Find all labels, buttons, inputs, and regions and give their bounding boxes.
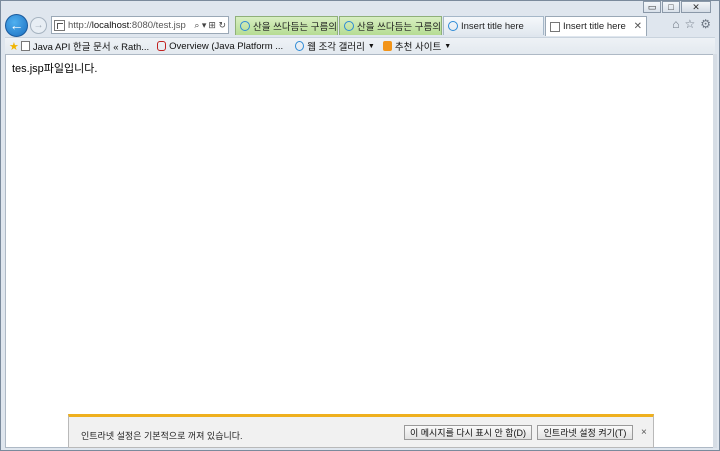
favorite-label: 웹 조각 갤러리 [307, 42, 365, 53]
back-arrow-icon: ← [9, 17, 24, 33]
favorite-suggested-sites[interactable]: 추천 사이트 ▼ [382, 39, 452, 53]
favorite-label: Java API 한글 문서 « Rath... [32, 42, 150, 53]
ie-icon [448, 21, 458, 31]
dont-show-again-button[interactable]: 이 메시지를 다시 표시 안 함(D) [404, 425, 532, 440]
oracle-icon [157, 41, 167, 51]
close-window-button[interactable]: ✕ [681, 1, 711, 13]
favorite-java-overview[interactable]: Overview (Java Platform ... [157, 41, 283, 52]
page-icon [550, 21, 560, 32]
url-host: localhost [91, 19, 130, 31]
chevron-down-icon: ▼ [367, 42, 375, 50]
compat-refresh-icon[interactable]: ⊞ ↻ [208, 20, 226, 31]
url-text[interactable]: http://localhost:8080/test.jsp [68, 20, 192, 31]
url-path: :8080/test.jsp [129, 19, 186, 31]
forward-button[interactable]: → [30, 16, 47, 34]
page-body-text: tes.jsp파일입니다. [12, 63, 98, 75]
browser-window: ▭ □ ✕ ← → http://localhost:8080/test.jsp… [0, 0, 720, 451]
tab-close-icon[interactable]: ✕ [630, 21, 642, 32]
search-dropdown-icon[interactable]: ⌕ ▾ [194, 20, 206, 31]
suggested-sites-icon [382, 41, 392, 51]
favorite-label: Overview (Java Platform ... [169, 40, 284, 52]
tab-label: Insert title here [563, 21, 626, 32]
enable-intranet-settings-button[interactable]: 인트라넷 설정 켜기(T) [537, 425, 633, 440]
tab-4-active[interactable]: Insert title here ✕ [545, 16, 647, 36]
tab-strip: 산을 쓰다듬는 구름의 ... 산을 쓰다듬는 구름의 ... Insert t… [235, 16, 648, 36]
maximize-button[interactable]: □ [662, 1, 680, 13]
favorites-star-icon[interactable]: ☆ [684, 17, 695, 31]
page-icon [54, 19, 65, 31]
address-bar[interactable]: http://localhost:8080/test.jsp ⌕ ▾ ⊞ ↻ [51, 16, 229, 34]
add-favorite-star-icon[interactable]: ★ [9, 40, 19, 53]
right-edge [713, 54, 717, 448]
home-icon[interactable]: ⌂ [672, 17, 679, 31]
tab-3[interactable]: Insert title here [443, 16, 544, 35]
forward-arrow-icon: → [33, 19, 44, 31]
notification-message: 인트라넷 설정은 기본적으로 꺼져 있습니다. [81, 431, 243, 441]
back-button[interactable]: ← [5, 13, 28, 37]
favorite-web-slice-gallery[interactable]: 웹 조각 갤러리 ▼ [295, 39, 375, 53]
favorites-bar: ★ Java API 한글 문서 « Rath... Overview (Jav… [5, 37, 715, 54]
ie-icon [344, 21, 354, 31]
url-prefix: http:// [68, 19, 92, 31]
ie-icon [240, 21, 250, 31]
settings-gear-icon[interactable]: ⚙ [700, 17, 711, 31]
toolbar-right-icons: ⌂ ☆ ⚙ [672, 17, 711, 31]
favorite-java-api[interactable]: Java API 한글 문서 « Rath... [20, 39, 150, 53]
chevron-down-icon: ▼ [444, 42, 452, 50]
minimize-button[interactable]: ▭ [643, 1, 661, 13]
tab-label: 산을 쓰다듬는 구름의 ... [357, 22, 441, 33]
ie-icon [295, 41, 305, 51]
tab-label: 산을 쓰다듬는 구름의 ... [253, 22, 337, 33]
close-icon[interactable]: × [641, 427, 647, 438]
tab-label: Insert title here [461, 20, 524, 32]
page-icon [20, 41, 30, 51]
tab-1[interactable]: 산을 쓰다듬는 구름의 ... [235, 16, 338, 35]
favorite-label: 추천 사이트 [394, 42, 442, 53]
page-content: tes.jsp파일입니다. [5, 54, 714, 448]
notification-bar: 인트라넷 설정은 기본적으로 꺼져 있습니다. 이 메시지를 다시 표시 안 함… [68, 414, 654, 448]
tab-2[interactable]: 산을 쓰다듬는 구름의 ... [339, 16, 442, 35]
